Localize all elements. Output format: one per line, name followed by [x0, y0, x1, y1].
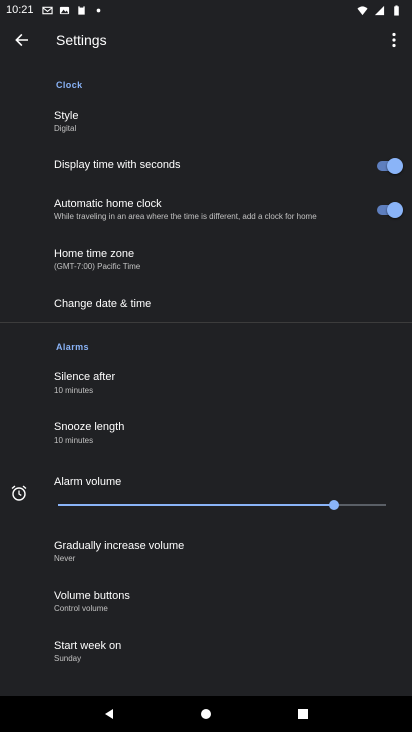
pref-volume-buttons-summary: Control volume — [54, 604, 108, 613]
pref-start-week-on-summary: Sunday — [54, 654, 82, 663]
pref-silence-after-summary: 10 minutes — [54, 386, 94, 395]
alarm-clock-icon — [11, 485, 27, 501]
switch-thumb — [387, 158, 403, 174]
pref-silence-after[interactable]: Silence after 10 minutes — [0, 362, 412, 402]
clipboard-icon — [77, 5, 85, 15]
status-bar: 10:21 — [0, 0, 412, 20]
back-arrow-icon — [15, 33, 28, 47]
pref-alarm-volume[interactable]: Alarm volume — [0, 464, 412, 518]
pref-gradually-increase-summary: Never — [54, 554, 76, 563]
toolbar: Settings — [0, 20, 412, 60]
wifi-icon — [357, 5, 368, 15]
nav-back-button[interactable] — [94, 699, 124, 729]
dot-icon — [96, 8, 100, 12]
slider-fill — [58, 504, 334, 506]
pref-volume-buttons[interactable]: Volume buttons Control volume — [0, 580, 412, 620]
alarm-volume-slider[interactable] — [58, 500, 386, 510]
slider-thumb[interactable] — [328, 500, 339, 510]
pref-silence-after-title: Silence after — [54, 371, 116, 383]
auto-home-clock-switch[interactable] — [374, 202, 403, 218]
pref-auto-home-clock-summary: While traveling in an area where the tim… — [54, 212, 317, 221]
pref-snooze-length[interactable]: Snooze length 10 minutes — [0, 412, 412, 452]
switch-thumb — [387, 202, 403, 218]
status-right-icons — [357, 4, 402, 16]
pref-style[interactable]: Style Digital — [0, 100, 412, 142]
pref-style-title: Style — [54, 110, 79, 122]
nav-recents-icon — [298, 709, 309, 719]
pref-start-week-on-title: Start week on — [54, 640, 122, 652]
pref-gradually-increase-title: Gradually increase volume — [54, 540, 185, 552]
pref-home-time-zone-summary: (GMT-7:00) Pacific Time — [54, 262, 141, 271]
pref-snooze-length-title: Snooze length — [54, 421, 125, 433]
pref-change-date-time[interactable]: Change date & time — [0, 288, 412, 320]
pref-display-seconds-title: Display time with seconds — [54, 159, 181, 171]
notification-icons — [41, 5, 104, 16]
photos-icon — [59, 6, 69, 14]
gmail-icon — [41, 6, 53, 14]
section-header-clock: Clock — [56, 80, 83, 90]
signal-icon — [374, 5, 385, 15]
pref-start-week-on[interactable]: Start week on Sunday — [0, 630, 412, 670]
pref-auto-home-clock[interactable]: Automatic home clock While traveling in … — [0, 190, 412, 230]
pref-auto-home-clock-title: Automatic home clock — [54, 198, 162, 210]
pref-home-time-zone[interactable]: Home time zone (GMT-7:00) Pacific Time — [0, 240, 412, 280]
display-seconds-switch[interactable] — [374, 158, 403, 174]
pref-gradually-increase[interactable]: Gradually increase volume Never — [0, 530, 412, 570]
nav-home-icon — [200, 709, 211, 719]
pref-display-seconds[interactable]: Display time with seconds — [0, 148, 412, 184]
nav-home-button[interactable] — [191, 699, 221, 729]
settings-list[interactable]: Clock Style Digital Display time with se… — [0, 60, 412, 680]
battery-icon — [394, 4, 399, 16]
back-button[interactable] — [2, 20, 42, 60]
pref-style-summary: Digital — [54, 124, 77, 133]
pref-home-time-zone-title: Home time zone — [54, 248, 135, 260]
nav-recents-button[interactable] — [288, 699, 318, 729]
status-time: 10:21 — [6, 4, 34, 16]
more-vert-icon — [392, 32, 396, 48]
page-title: Settings — [56, 32, 107, 48]
pref-alarm-volume-title: Alarm volume — [54, 476, 122, 488]
navigation-bar — [0, 696, 412, 732]
pref-volume-buttons-title: Volume buttons — [54, 590, 130, 602]
pref-change-date-time-title: Change date & time — [54, 298, 152, 310]
nav-back-icon — [104, 709, 113, 719]
section-divider — [0, 322, 412, 323]
section-header-alarms: Alarms — [56, 342, 89, 352]
clock-settings-screen: 10:21 Settings Clock Style Digital Displ… — [0, 0, 412, 732]
more-options-button[interactable] — [376, 20, 412, 60]
pref-snooze-length-summary: 10 minutes — [54, 436, 94, 445]
